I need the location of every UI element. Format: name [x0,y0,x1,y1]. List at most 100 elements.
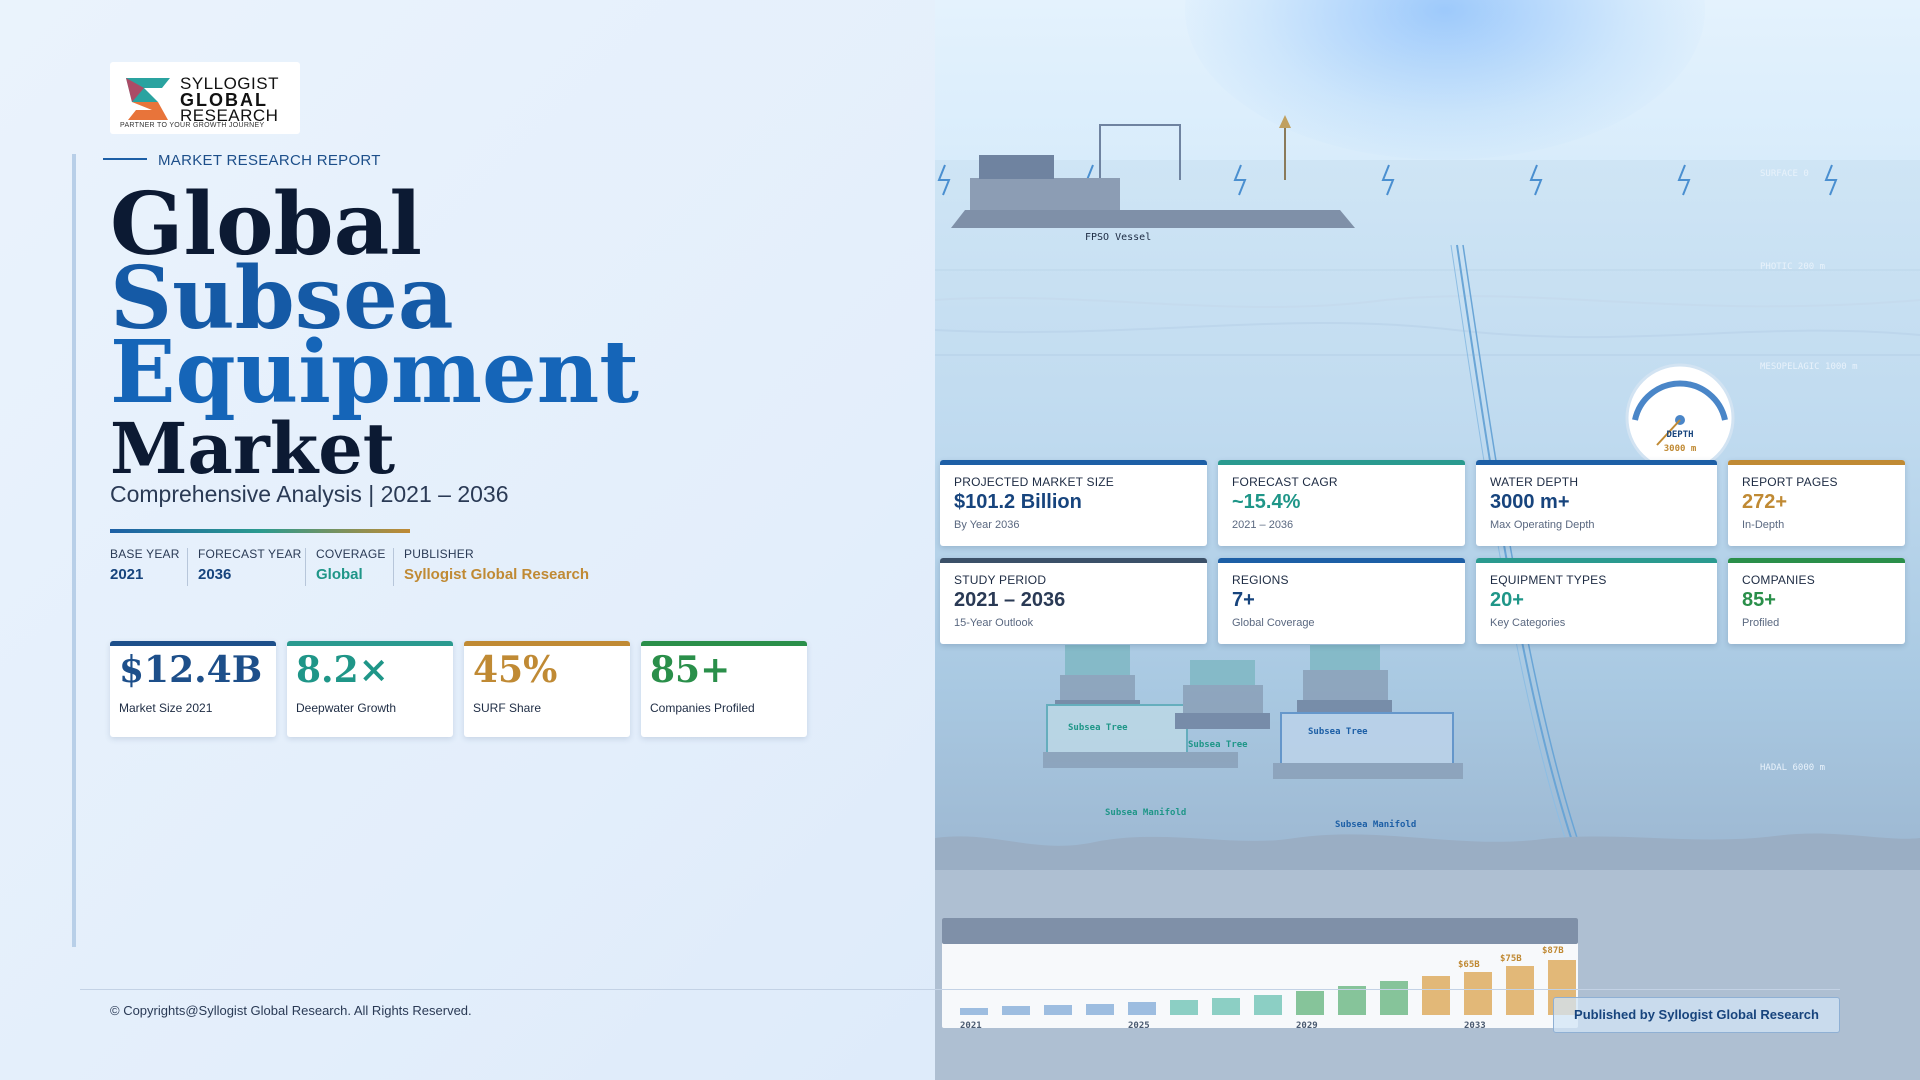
kpi-value: 3000 m+ [1490,491,1570,513]
mini-chart-value: $65B [1458,960,1480,970]
kpi-bar [1728,460,1905,465]
stat-card-bar [641,641,807,646]
gauge-value: 3000 m [1664,444,1697,454]
kpi-bar [1476,558,1717,563]
kpi-sub: Profiled [1742,617,1780,629]
meta-value: Syllogist Global Research [404,566,590,583]
stat-caption: Companies Profiled [650,701,755,715]
kpi-bar [1218,558,1465,563]
stat-card-bar [287,641,453,646]
stat-caption: Deepwater Growth [296,701,397,715]
kpi-value: $101.2 Billion [954,491,1082,513]
mini-chart-year: 2021 [960,1021,982,1031]
kpi-study-period: STUDY PERIOD 2021 – 2036 15-Year Outlook [940,558,1207,644]
stat-card-market-size: $12.4B Market Size 2021 [110,641,276,737]
stat-card-deepwater-growth: 8.2× Deepwater Growth [287,641,453,737]
equipment-label: Subsea Tree [1308,727,1368,737]
kpi-bar [1218,460,1465,465]
meta-divider [187,548,188,586]
kpi-value: 85+ [1742,589,1776,611]
kpi-sub: By Year 2036 [954,519,1020,531]
stat-caption: SURF Share [473,701,542,715]
meta-divider [393,548,394,586]
fpso-label: FPSO Vessel [1085,232,1151,243]
kpi-label: WATER DEPTH [1490,475,1579,489]
stat-value: 8.2× [296,649,389,691]
stat-value: 85+ [650,649,731,691]
kpi-label: FORECAST CAGR [1232,475,1338,489]
equipment-label: Subsea Tree [1068,723,1128,733]
meta-coverage: COVERAGE Global [316,547,386,583]
meta-base-year: BASE YEAR 2021 [110,547,180,583]
footer-rule [80,989,1840,990]
kpi-sub: 15-Year Outlook [954,617,1034,629]
meta-label: PUBLISHER [404,547,474,561]
accent-rule [110,529,410,533]
copyright-text: © Copyrights@Syllogist Global Research. … [110,1003,472,1018]
eyebrow-label: MARKET RESEARCH REPORT [158,152,381,169]
title-line-3: Equipment [110,322,639,423]
meta-label: COVERAGE [316,547,386,561]
kpi-companies: COMPANIES 85+ Profiled [1728,558,1905,644]
equipment-label: Subsea Tree [1188,740,1248,750]
kpi-value: ~15.4% [1232,491,1301,513]
gauge-label: DEPTH [1666,430,1693,440]
kpi-label: REGIONS [1232,573,1289,587]
kpi-sub: Key Categories [1490,617,1566,629]
stat-card-companies: 85+ Companies Profiled [641,641,807,737]
kpi-label: COMPANIES [1742,573,1815,587]
kpi-value: 7+ [1232,589,1255,611]
meta-divider [305,548,306,586]
meta-label: BASE YEAR [110,547,180,561]
kpi-forecast-cagr: FORECAST CAGR ~15.4% 2021 – 2036 [1218,460,1465,546]
stat-card-surf-share: 45% SURF Share [464,641,630,737]
kpi-label: EQUIPMENT TYPES [1490,573,1607,587]
depth-zone-label: PHOTIC 200 m [1760,262,1825,272]
kpi-bar [1728,558,1905,563]
depth-zone-label: HADAL 6000 m [1760,763,1825,773]
kpi-label: PROJECTED MARKET SIZE [954,475,1115,489]
equipment-label: Subsea Manifold [1335,819,1416,830]
kpi-equipment-types: EQUIPMENT TYPES 20+ Key Categories [1476,558,1717,644]
mini-chart-value: $75B [1500,954,1522,964]
kpi-regions: REGIONS 7+ Global Coverage [1218,558,1465,644]
kpi-value: 2021 – 2036 [954,589,1066,611]
stat-value: 45% [473,649,558,691]
subtitle: Comprehensive Analysis | 2021 – 2036 [110,481,509,507]
kpi-bar [940,460,1207,465]
logo-s-icon [126,78,170,120]
kpi-label: STUDY PERIOD [954,573,1047,587]
stat-value: $12.4B [119,649,263,691]
equipment-label: Subsea Manifold [1105,807,1186,818]
kpi-bar [1476,460,1717,465]
kpi-sub: In-Depth [1742,519,1785,531]
mini-chart-value: $87B [1542,946,1564,956]
stat-card-bar [464,641,630,646]
eyebrow-rule [103,158,147,160]
logo-tagline: PARTNER TO YOUR GROWTH JOURNEY [120,122,265,129]
kpi-water-depth: WATER DEPTH 3000 m+ Max Operating Depth [1476,460,1717,546]
kpi-label: REPORT PAGES [1742,475,1838,489]
title-line-4: Market [110,407,396,490]
kpi-projected-market-size: PROJECTED MARKET SIZE $101.2 Billion By … [940,460,1207,546]
meta-forecast-year: FORECAST YEAR 2036 [198,547,302,583]
kpi-sub: 2021 – 2036 [1232,519,1294,531]
kpi-sub: Max Operating Depth [1490,519,1595,531]
meta-publisher: PUBLISHER Syllogist Global Research [404,547,589,583]
depth-zone-label: SURFACE 0 [1760,169,1809,179]
meta-value: 2021 [110,566,144,583]
mini-chart-year: 2025 [1128,1021,1150,1031]
meta-value: 2036 [198,566,232,583]
kpi-bar [940,558,1207,563]
depth-zone-label: MESOPELAGIC 1000 m [1760,362,1858,372]
company-logo[interactable]: SYLLOGIST GLOBAL RESEARCH PARTNER TO YOU… [110,62,300,134]
mini-chart-year: 2033 [1464,1021,1486,1031]
kpi-sub: Global Coverage [1232,617,1315,629]
stat-caption: Market Size 2021 [119,701,213,715]
stat-card-bar [110,641,276,646]
published-by-button[interactable]: Published by Syllogist Global Research [1553,997,1840,1033]
kpi-report-pages: REPORT PAGES 272+ In-Depth [1728,460,1905,546]
left-accent-bar [72,154,76,947]
mini-chart-year: 2029 [1296,1021,1318,1031]
meta-value: Global [316,566,363,583]
